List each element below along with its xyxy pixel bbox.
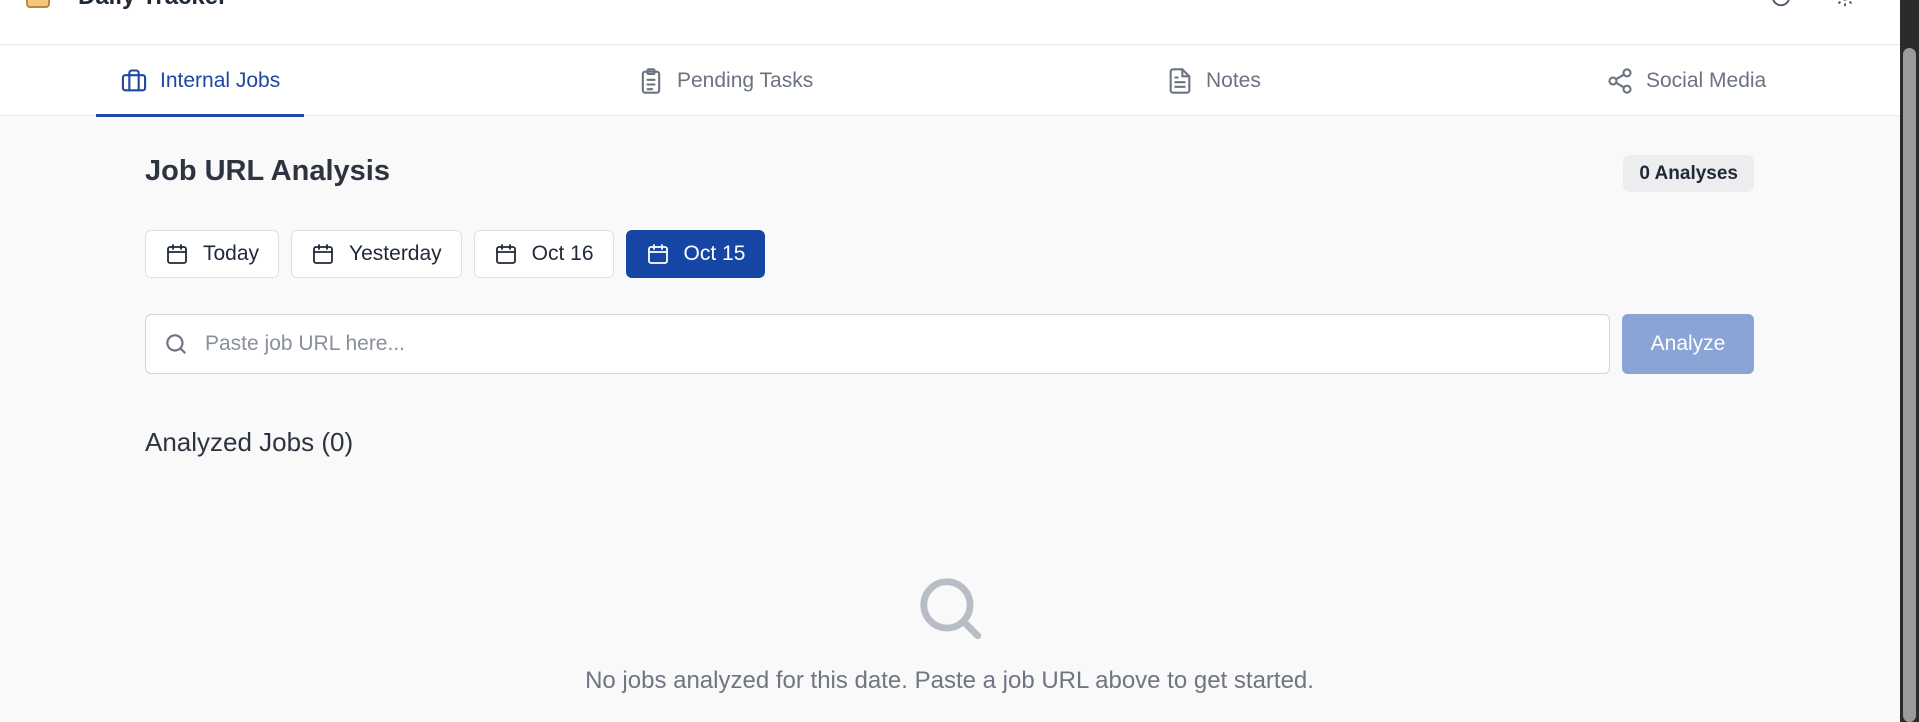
gear-icon[interactable] [1834,0,1856,8]
share-icon [1608,68,1632,94]
job-url-input[interactable] [205,315,1609,373]
calendar-icon [647,244,668,264]
date-button-label: Oct 15 [683,242,746,265]
app-window: Daily Tracker Internal Jobs Pending Task… [0,0,1919,722]
calendar-icon [167,244,187,264]
tab-bar: Internal Jobs Pending Tasks Notes Social… [0,46,1900,117]
tab-label: Notes [1206,69,1261,92]
date-button-today[interactable]: Today [145,230,280,278]
date-button-oct-15[interactable]: Oct 15 [625,230,766,278]
magnifier-icon [919,578,981,640]
page-title: Job URL Analysis [145,155,390,187]
date-filter-group: Today Yesterday Oct 16 Oct 15 [145,230,766,278]
date-button-oct-16[interactable]: Oct 16 [473,230,614,278]
app-logo-icon [26,0,50,8]
empty-state-message: No jobs analyzed for this date. Paste a … [585,667,1314,694]
empty-state: No jobs analyzed for this date. Paste a … [145,571,1754,695]
date-button-yesterday[interactable]: Yesterday [291,230,462,278]
job-url-search-box [145,314,1610,374]
date-button-label: Yesterday [349,242,442,265]
date-button-label: Oct 16 [531,242,594,265]
search-icon [166,334,186,354]
tab-notes[interactable]: Notes [1142,46,1285,116]
calendar-icon [313,244,333,264]
app-title: Daily Tracker [78,0,227,10]
analyze-button[interactable]: Analyze [1622,314,1754,374]
scrollbar[interactable] [1900,0,1919,722]
tab-pending-tasks[interactable]: Pending Tasks [613,46,837,116]
tab-label: Social Media [1646,69,1767,92]
app-header: Daily Tracker [0,0,1900,45]
briefcase-icon [121,69,147,92]
tab-social-media[interactable]: Social Media [1582,46,1790,116]
tab-label: Internal Jobs [160,69,281,92]
tab-label: Pending Tasks [677,69,814,92]
scrollbar-thumb[interactable] [1903,48,1916,722]
document-icon [1169,68,1191,94]
clock-icon[interactable] [1770,0,1792,8]
analyzed-jobs-heading: Analyzed Jobs (0) [145,427,354,457]
analyses-count-badge: 0 Analyses [1623,155,1754,192]
date-button-label: Today [203,242,260,265]
clipboard-icon [641,68,661,94]
calendar-icon [495,244,516,264]
tab-internal-jobs[interactable]: Internal Jobs [96,46,305,117]
